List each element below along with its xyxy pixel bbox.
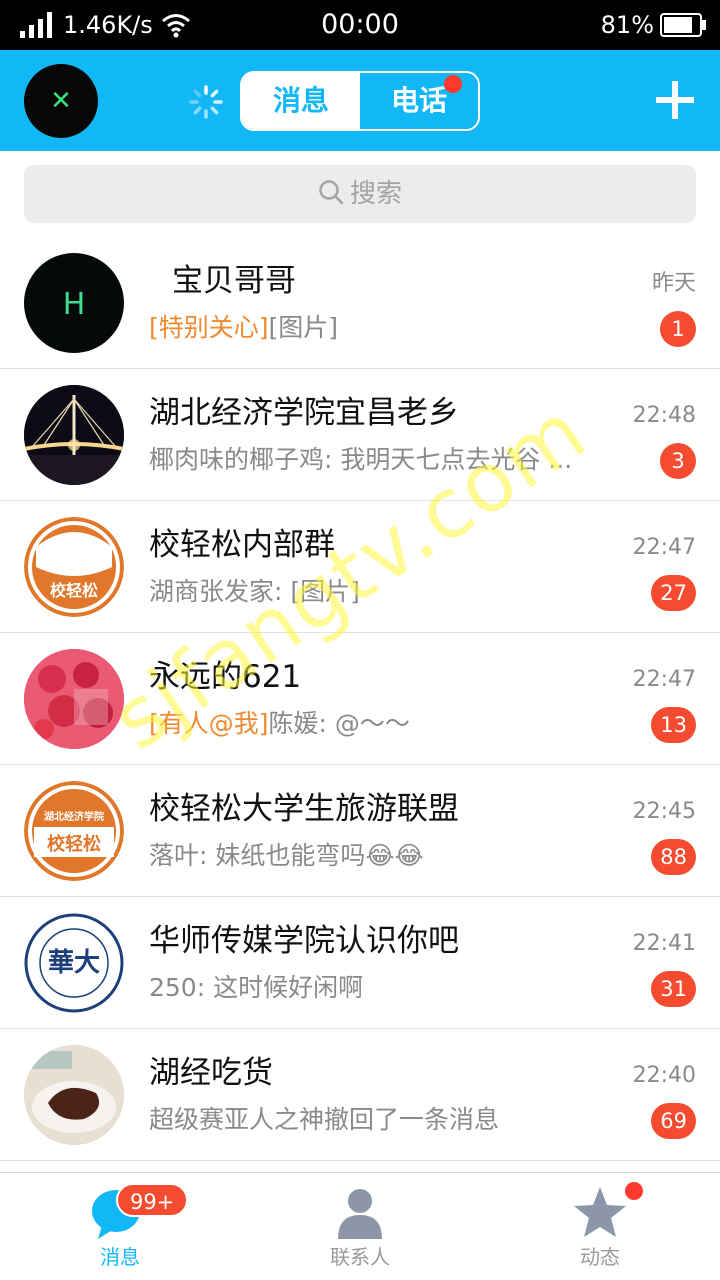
avatar: H	[24, 253, 124, 353]
special-care-tag: [特别关心]	[149, 313, 269, 342]
nav-feed[interactable]: 动态	[480, 1173, 720, 1280]
conversation-row[interactable]: 湖北经济学院 校轻松 校轻松大学生旅游联盟 落叶: 妹纸也能弯吗😂😂 22:45…	[0, 765, 720, 897]
conversation-time: 昨天	[651, 271, 696, 296]
conversation-time: 22:45	[632, 799, 696, 824]
conversation-name: 宝贝哥哥	[172, 263, 296, 299]
conversation-preview: [特别关心][图片]	[149, 313, 339, 342]
avatar	[24, 649, 124, 749]
calls-notification-dot	[444, 75, 462, 93]
app-header: ✕ 消息 电话	[0, 50, 720, 151]
avatar	[24, 385, 124, 485]
conversation-name: 湖经吃货	[149, 1055, 273, 1091]
bridge-photo-icon	[24, 385, 124, 485]
nav-label: 消息	[100, 1245, 140, 1269]
conversation-row[interactable]: 湖北经济学院宜昌老乡 椰肉味的椰子鸡: 我明天七点去光谷 ... 22:48 3	[0, 369, 720, 501]
conversation-time: 22:47	[632, 667, 696, 692]
nav-label: 联系人	[330, 1245, 390, 1269]
feed-notification-dot	[625, 1182, 643, 1200]
svg-text:校轻松: 校轻松	[50, 581, 98, 600]
loading-spinner-icon	[189, 85, 223, 119]
person-icon	[338, 1189, 382, 1239]
nav-label: 动态	[580, 1245, 620, 1269]
conversation-name: 华师传媒学院认识你吧	[149, 923, 459, 959]
conversation-preview: 超级赛亚人之神撤回了一条消息	[149, 1105, 500, 1134]
food-photo-icon	[24, 1045, 124, 1145]
conversation-preview: 250: 这时候好闲啊	[149, 973, 364, 1002]
bottom-nav: 99+ 消息 联系人 动态	[0, 1172, 720, 1280]
conversation-row[interactable]: 湖经吃货 超级赛亚人之神撤回了一条消息 22:40 69	[0, 1029, 720, 1161]
unread-badge: 27	[651, 575, 696, 611]
svg-text:H: H	[63, 287, 86, 322]
conversation-time: 22:40	[632, 1063, 696, 1088]
mention-tag: [有人@我]	[149, 709, 269, 738]
avatar: 湖北经济学院 校轻松	[24, 781, 124, 881]
conversation-row[interactable]: H 宝贝哥哥 [特别关心][图片] 昨天 1	[0, 237, 720, 369]
battery-percent: 81%	[600, 11, 654, 39]
avatar	[24, 1045, 124, 1145]
battery-icon	[660, 13, 706, 37]
avatar: 校轻松	[24, 517, 124, 617]
tab-messages[interactable]: 消息	[242, 73, 360, 129]
conversation-time: 22:48	[632, 403, 696, 428]
conversation-preview: 椰肉味的椰子鸡: 我明天七点去光谷 ...	[149, 445, 573, 474]
conversation-preview: [有人@我]陈媛: @～～	[149, 709, 410, 738]
unread-badge: 69	[651, 1103, 696, 1139]
status-bar: 1.46K/s 00:00 81%	[0, 0, 720, 50]
add-icon[interactable]	[654, 79, 696, 121]
conversation-row[interactable]: 校轻松 校轻松内部群 湖商张发家: [图片] 22:47 27	[0, 501, 720, 633]
avatar: 華大	[24, 913, 124, 1013]
conversation-name: 校轻松大学生旅游联盟	[149, 791, 459, 827]
college-seal-icon: 華大	[24, 913, 124, 1013]
svg-text:校轻松: 校轻松	[47, 833, 101, 855]
svg-text:湖北经济学院: 湖北经济学院	[44, 810, 104, 823]
unread-badge: 13	[651, 707, 696, 743]
conversation-row[interactable]: 華大 华师传媒学院认识你吧 250: 这时候好闲啊 22:41 31	[0, 897, 720, 1029]
conversation-name: 校轻松内部群	[149, 527, 335, 563]
unread-badge: 3	[660, 443, 696, 479]
my-avatar[interactable]: ✕	[24, 64, 98, 138]
unread-badge: 1	[660, 311, 696, 347]
conversation-row[interactable]: 永远的621 [有人@我]陈媛: @～～ 22:47 13	[0, 633, 720, 765]
search-icon	[319, 180, 344, 205]
unread-badge: 31	[651, 971, 696, 1007]
conversation-name: 湖北经济学院宜昌老乡	[149, 395, 459, 431]
conversation-time: 22:41	[632, 931, 696, 956]
strawberries-photo-icon	[24, 649, 124, 749]
conversation-list: H 宝贝哥哥 [特别关心][图片] 昨天 1 湖北经济学院宜昌老乡 椰肉味的椰子…	[0, 237, 720, 1161]
nav-contacts[interactable]: 联系人	[240, 1173, 480, 1280]
messages-badge: 99+	[116, 1183, 189, 1217]
conversation-name: 永远的621	[149, 659, 302, 695]
svg-text:華大: 華大	[48, 948, 100, 978]
conversation-time: 22:47	[632, 535, 696, 560]
unread-badge: 88	[651, 839, 696, 875]
search-placeholder: 搜索	[349, 179, 402, 209]
conversation-preview: 湖商张发家: [图片]	[149, 577, 360, 606]
nav-messages[interactable]: 99+ 消息	[0, 1173, 240, 1280]
conversation-preview: 落叶: 妹纸也能弯吗😂😂	[149, 841, 424, 870]
search-bar[interactable]: 搜索	[24, 165, 696, 223]
star-icon	[574, 1187, 626, 1237]
